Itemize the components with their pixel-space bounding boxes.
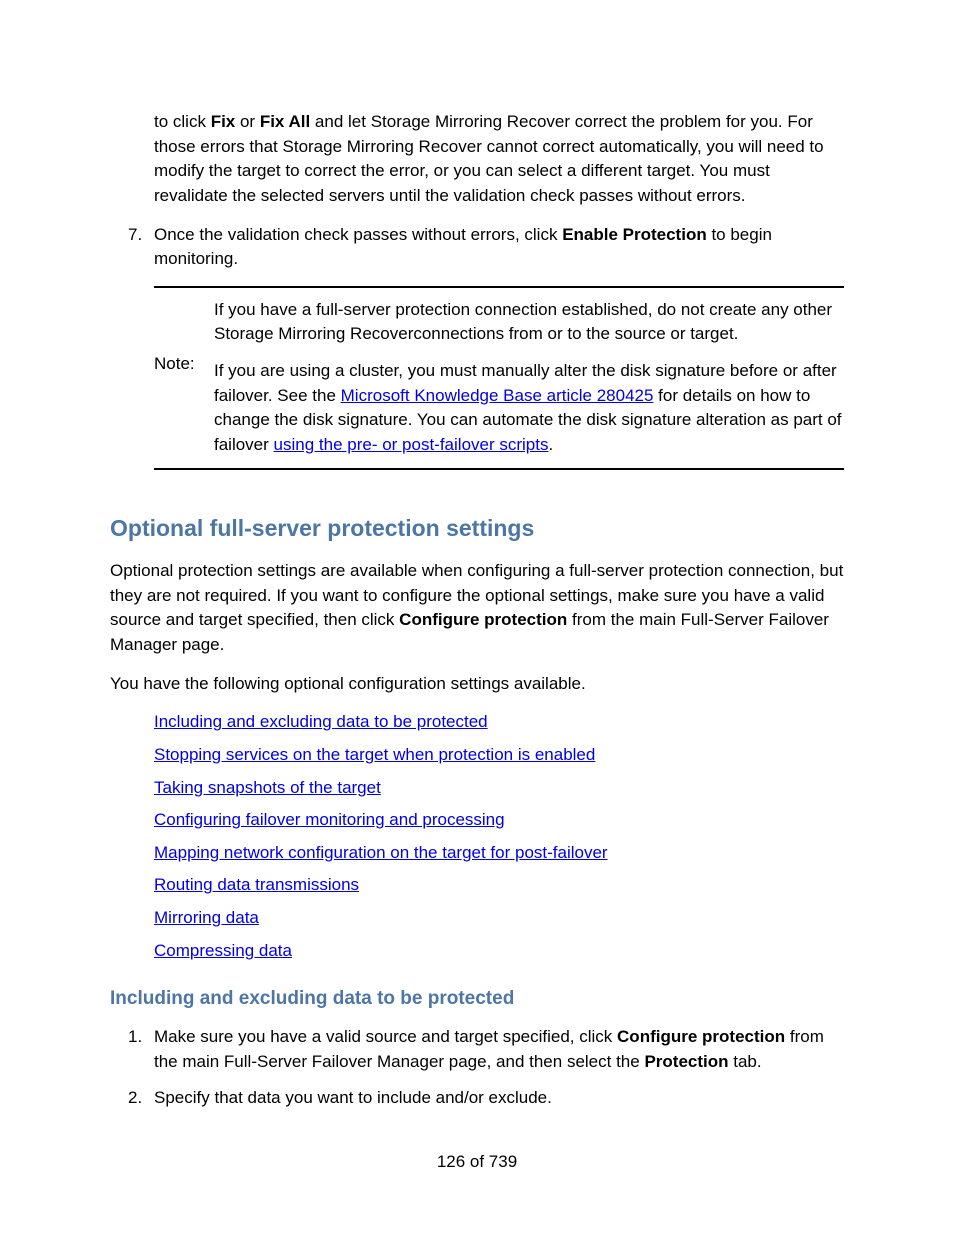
step-1-text: Make sure you have a valid source and ta… (154, 1027, 824, 1071)
note-block: Note: If you have a full-server protecti… (154, 286, 844, 470)
page-footer: 126 of 739 (0, 1150, 954, 1175)
step-2: 2. Specify that data you want to include… (110, 1086, 844, 1111)
link-failover-scripts[interactable]: using the pre- or post-failover scripts (274, 435, 549, 454)
optional-settings-link-list: Including and excluding data to be prote… (154, 710, 844, 963)
link-include-exclude[interactable]: Including and excluding data to be prote… (154, 712, 488, 731)
link-compressing[interactable]: Compressing data (154, 941, 292, 960)
item7-text: Once the validation check passes without… (154, 225, 772, 269)
document-page: to click Fix or Fix All and let Storage … (0, 0, 954, 1235)
note-para-1: If you have a full-server protection con… (214, 298, 844, 347)
link-routing[interactable]: Routing data transmissions (154, 875, 359, 894)
procedure-list-continued: to click Fix or Fix All and let Storage … (110, 110, 844, 272)
include-exclude-steps: 1. Make sure you have a valid source and… (110, 1025, 844, 1111)
list-item-6-continuation: to click Fix or Fix All and let Storage … (110, 110, 844, 209)
step-2-text: Specify that data you want to include an… (154, 1088, 552, 1107)
step-1: 1. Make sure you have a valid source and… (110, 1025, 844, 1074)
heading-include-exclude: Including and excluding data to be prote… (110, 985, 844, 1013)
link-ms-kb-280425[interactable]: Microsoft Knowledge Base article 280425 (341, 386, 654, 405)
heading-optional-settings: Optional full-server protection settings (110, 512, 844, 545)
list-marker: 2. (128, 1086, 142, 1111)
section-para-1: Optional protection settings are availab… (110, 559, 844, 658)
link-failover-monitoring[interactable]: Configuring failover monitoring and proc… (154, 810, 505, 829)
note-para-2: If you are using a cluster, you must man… (214, 359, 844, 458)
note-label: Note: (154, 298, 214, 377)
list-item-7: 7. Once the validation check passes with… (110, 223, 844, 272)
list-marker: 1. (128, 1025, 142, 1050)
link-stopping-services[interactable]: Stopping services on the target when pro… (154, 745, 595, 764)
link-network-mapping[interactable]: Mapping network configuration on the tar… (154, 843, 608, 862)
link-mirroring[interactable]: Mirroring data (154, 908, 259, 927)
section-para-2: You have the following optional configur… (110, 672, 844, 697)
list-marker: 7. (128, 223, 142, 248)
link-snapshots[interactable]: Taking snapshots of the target (154, 778, 381, 797)
note-content: If you have a full-server protection con… (214, 298, 844, 458)
item6-text: to click Fix or Fix All and let Storage … (154, 112, 824, 205)
